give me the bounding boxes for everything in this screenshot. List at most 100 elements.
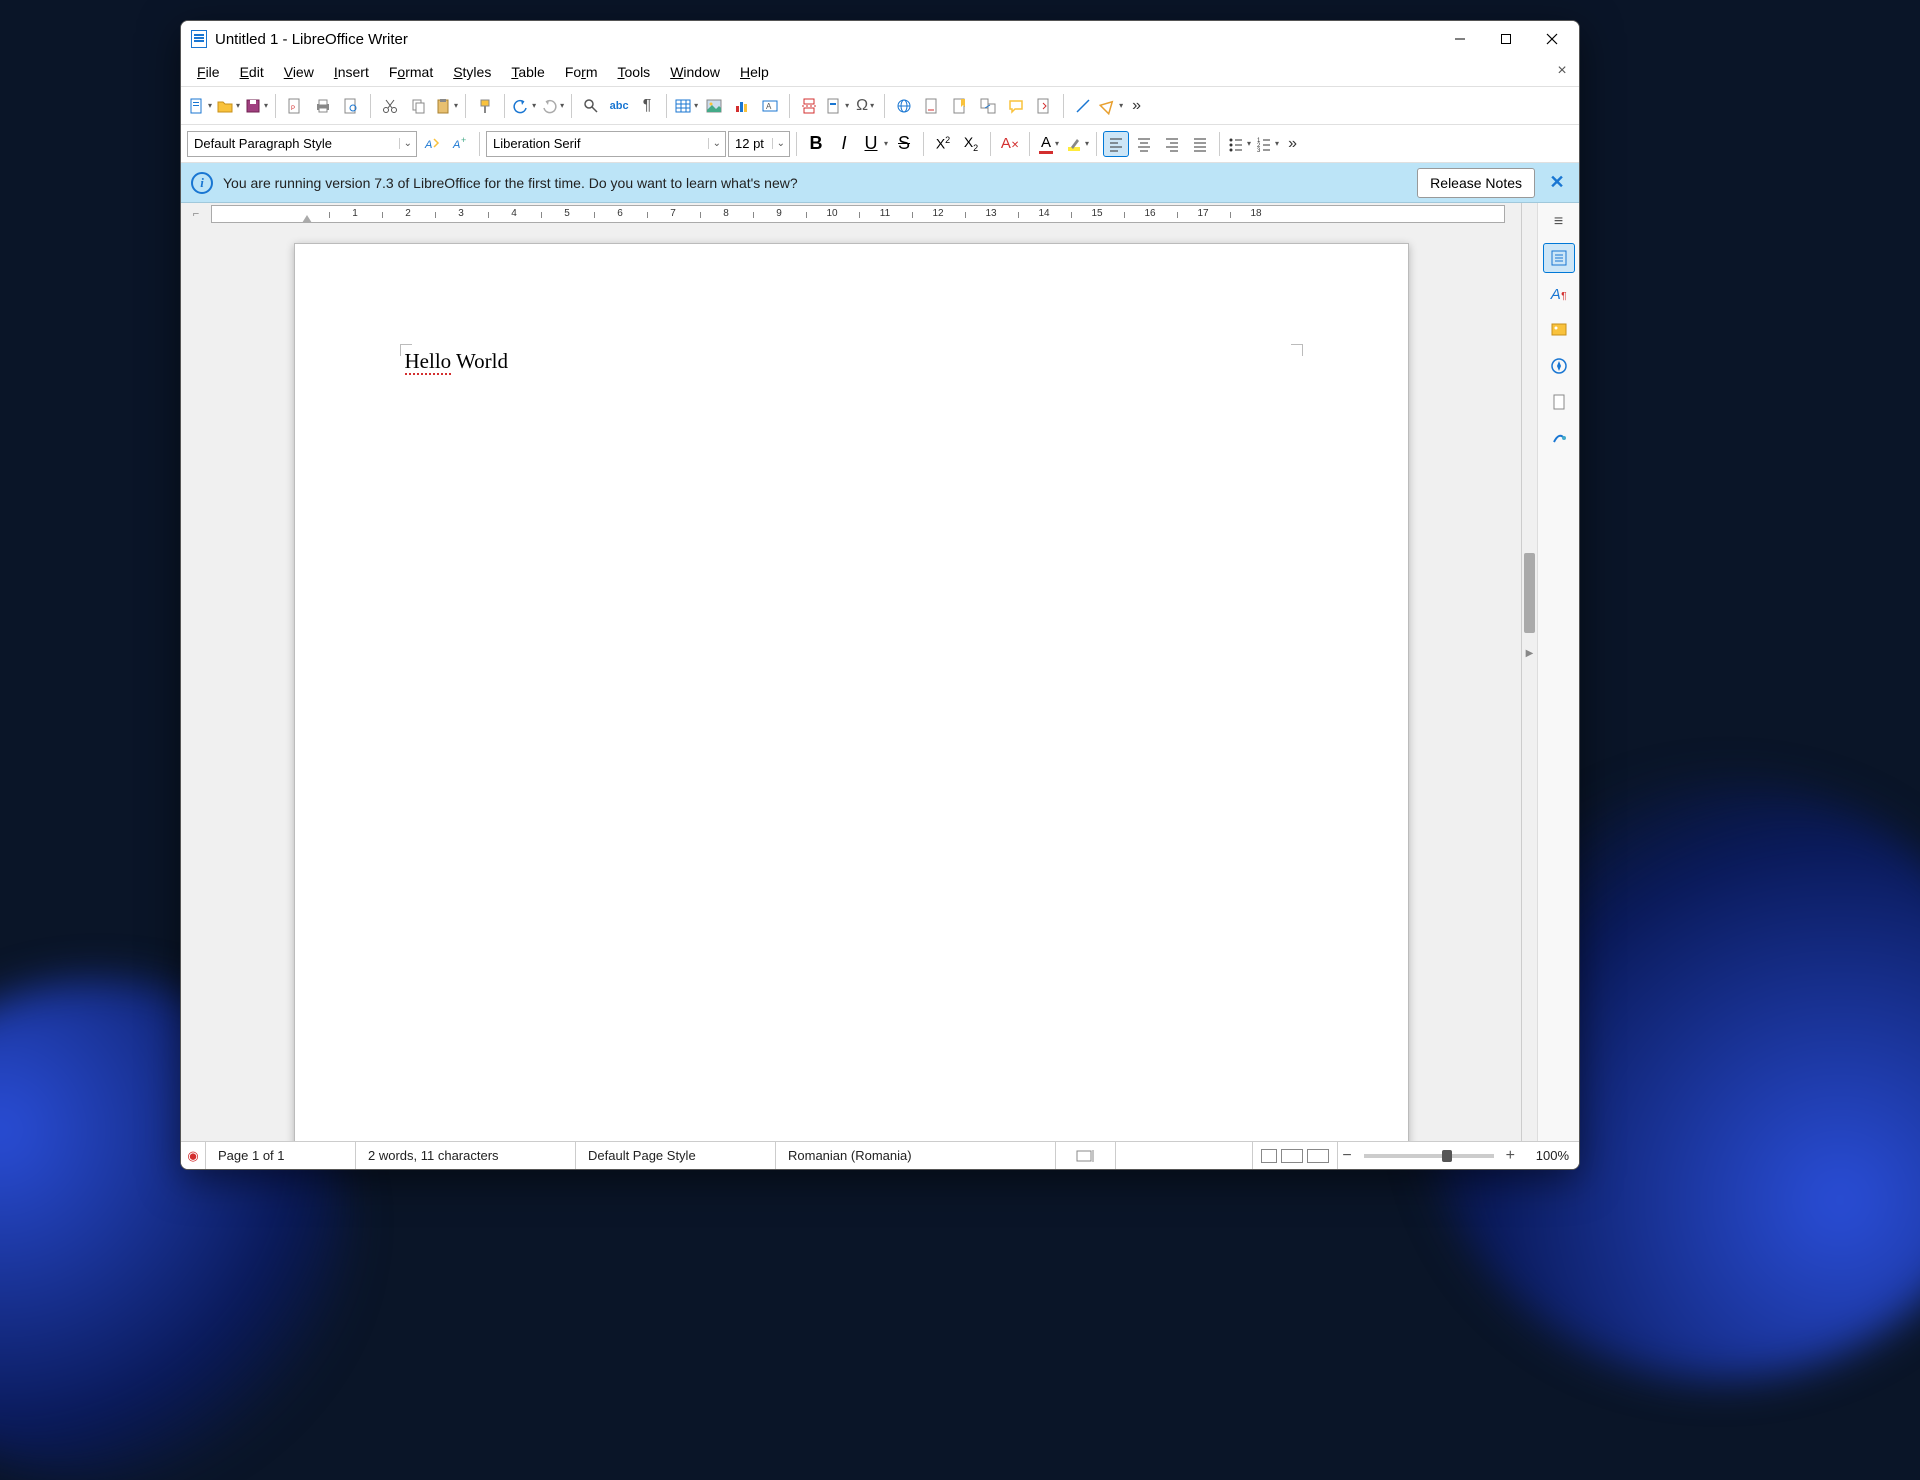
redo-button[interactable] (539, 93, 565, 119)
ruler-corner[interactable]: ⌐ (181, 203, 211, 225)
insert-hyperlink-button[interactable] (891, 93, 917, 119)
align-center-button[interactable] (1131, 131, 1157, 157)
align-justify-button[interactable] (1187, 131, 1213, 157)
release-notes-button[interactable]: Release Notes (1417, 168, 1535, 198)
print-button[interactable] (310, 93, 336, 119)
insert-bookmark-button[interactable] (947, 93, 973, 119)
formatting-marks-button[interactable]: ¶ (634, 93, 660, 119)
spellcheck-button[interactable]: abc (606, 93, 632, 119)
save-button[interactable] (243, 93, 269, 119)
status-page-style[interactable]: Default Page Style (576, 1142, 776, 1169)
strikethrough-button[interactable]: S (891, 131, 917, 157)
scrollbar-expand-icon[interactable]: ▶ (1522, 643, 1537, 663)
italic-button[interactable]: I (831, 131, 857, 157)
notification-message: You are running version 7.3 of LibreOffi… (223, 175, 1407, 191)
page[interactable]: Hello World (294, 243, 1409, 1141)
zoom-slider[interactable] (1364, 1154, 1494, 1158)
menu-edit[interactable]: Edit (230, 60, 274, 84)
bullet-list-button[interactable] (1226, 131, 1252, 157)
new-style-button[interactable]: A+ (447, 131, 473, 157)
menu-format[interactable]: Format (379, 60, 443, 84)
insert-field-button[interactable] (824, 93, 850, 119)
multi-page-view-button[interactable] (1281, 1149, 1303, 1163)
underline-button[interactable]: U (859, 131, 889, 157)
vertical-scrollbar[interactable]: ▶ (1521, 203, 1537, 1141)
zoom-out-button[interactable]: − (1338, 1147, 1355, 1165)
find-replace-button[interactable] (578, 93, 604, 119)
numbered-list-button[interactable]: 123 (1254, 131, 1280, 157)
status-insert-mode[interactable] (1056, 1142, 1116, 1169)
sidebar-styles-button[interactable]: A¶ (1543, 279, 1575, 309)
close-button[interactable] (1529, 23, 1575, 55)
zoom-percent[interactable]: 100% (1519, 1142, 1579, 1169)
sidebar-style-inspector-button[interactable] (1543, 423, 1575, 453)
highlight-button[interactable] (1064, 131, 1090, 157)
undo-button[interactable] (511, 93, 537, 119)
menu-view[interactable]: View (274, 60, 324, 84)
open-button[interactable] (215, 93, 241, 119)
status-word-count[interactable]: 2 words, 11 characters (356, 1142, 576, 1169)
titlebar: Untitled 1 - LibreOffice Writer (181, 21, 1579, 57)
menu-form[interactable]: Form (555, 60, 608, 84)
clear-formatting-button[interactable]: A✕ (997, 131, 1023, 157)
menu-insert[interactable]: Insert (324, 60, 379, 84)
save-indicator[interactable]: ◉ (181, 1142, 206, 1169)
update-style-button[interactable]: A (419, 131, 445, 157)
insert-page-break-button[interactable] (796, 93, 822, 119)
align-right-button[interactable] (1159, 131, 1185, 157)
clone-formatting-button[interactable] (472, 93, 498, 119)
paragraph-style-combo[interactable]: Default Paragraph Style⌄ (187, 131, 417, 157)
insert-line-button[interactable] (1070, 93, 1096, 119)
minimize-button[interactable] (1437, 23, 1483, 55)
notification-close-button[interactable]: ✕ (1545, 171, 1569, 195)
menu-help[interactable]: Help (730, 60, 779, 84)
sidebar-properties-button[interactable] (1543, 243, 1575, 273)
insert-comment-button[interactable] (1003, 93, 1029, 119)
font-name-combo[interactable]: Liberation Serif⌄ (486, 131, 726, 157)
sidebar-settings-button[interactable]: ≡ (1543, 207, 1575, 237)
align-left-button[interactable] (1103, 131, 1129, 157)
menu-table[interactable]: Table (501, 60, 554, 84)
formatting-overflow-button[interactable]: » (1282, 135, 1303, 153)
insert-chart-button[interactable] (729, 93, 755, 119)
insert-textbox-button[interactable]: A (757, 93, 783, 119)
menu-window[interactable]: Window (660, 60, 730, 84)
print-preview-button[interactable] (338, 93, 364, 119)
status-language[interactable]: Romanian (Romania) (776, 1142, 1056, 1169)
menu-styles[interactable]: Styles (443, 60, 501, 84)
cut-button[interactable] (377, 93, 403, 119)
close-document-button[interactable]: × (1553, 62, 1571, 80)
insert-image-button[interactable] (701, 93, 727, 119)
bold-button[interactable]: B (803, 131, 829, 157)
superscript-button[interactable]: X2 (930, 131, 956, 157)
horizontal-ruler[interactable]: 123456789101112131415161718 (211, 205, 1505, 223)
insert-footnote-button[interactable] (919, 93, 945, 119)
font-color-button[interactable]: A (1036, 131, 1062, 157)
sidebar-navigator-button[interactable] (1543, 351, 1575, 381)
document-canvas[interactable]: Hello World (181, 225, 1521, 1141)
basic-shapes-button[interactable] (1098, 93, 1124, 119)
insert-cross-ref-button[interactable] (975, 93, 1001, 119)
sidebar-gallery-button[interactable] (1543, 315, 1575, 345)
menu-file[interactable]: File (187, 60, 230, 84)
toolbar-overflow-button[interactable]: » (1126, 97, 1147, 115)
copy-button[interactable] (405, 93, 431, 119)
sidebar-page-button[interactable] (1543, 387, 1575, 417)
scrollbar-thumb[interactable] (1524, 553, 1535, 633)
maximize-button[interactable] (1483, 23, 1529, 55)
insert-table-button[interactable] (673, 93, 699, 119)
zoom-in-button[interactable]: + (1502, 1147, 1519, 1165)
font-size-combo[interactable]: 12 pt⌄ (728, 131, 790, 157)
document-text[interactable]: Hello World (405, 349, 1298, 374)
status-page[interactable]: Page 1 of 1 (206, 1142, 356, 1169)
subscript-button[interactable]: X2 (958, 131, 984, 157)
app-icon (191, 30, 207, 48)
single-page-view-button[interactable] (1261, 1149, 1277, 1163)
menu-tools[interactable]: Tools (608, 60, 661, 84)
new-button[interactable] (187, 93, 213, 119)
insert-special-char-button[interactable]: Ω (852, 93, 878, 119)
track-changes-button[interactable] (1031, 93, 1057, 119)
paste-button[interactable] (433, 93, 459, 119)
book-view-button[interactable] (1307, 1149, 1329, 1163)
export-pdf-button[interactable]: P (282, 93, 308, 119)
